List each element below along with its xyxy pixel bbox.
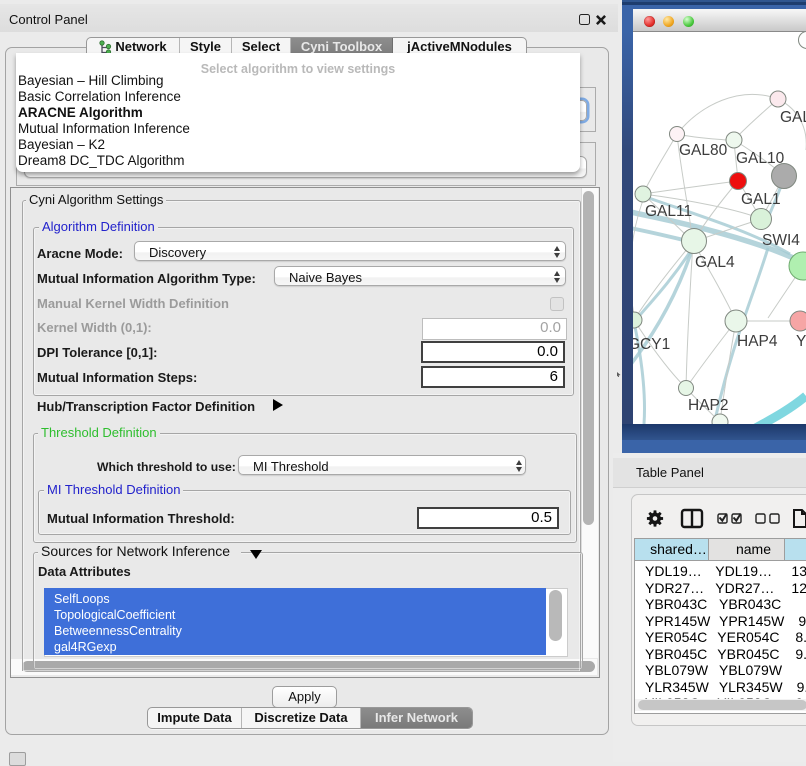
svg-text:HAP2: HAP2: [688, 397, 729, 414]
svg-text:GAL11: GAL11: [645, 203, 692, 220]
svg-text:GCY1: GCY1: [633, 336, 670, 353]
svg-text:GAL1: GAL1: [741, 191, 781, 208]
svg-text:GAL80: GAL80: [679, 142, 728, 159]
svg-text:GAL2: GAL2: [780, 109, 806, 126]
svg-text:SWI4: SWI4: [762, 232, 800, 249]
svg-text:GAL10: GAL10: [736, 150, 785, 167]
svg-text:YJ: YJ: [796, 333, 806, 350]
svg-text:GAL4: GAL4: [695, 254, 735, 271]
svg-text:HAP4: HAP4: [737, 333, 778, 350]
